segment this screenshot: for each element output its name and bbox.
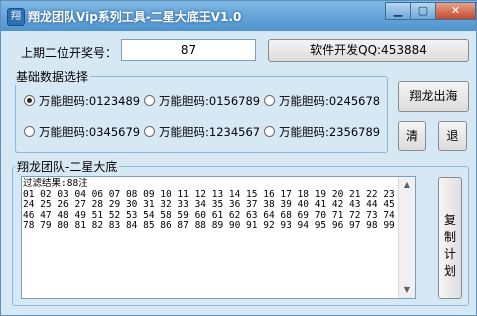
close-button[interactable]: ✕ [435,2,476,20]
radio-icon [24,126,35,137]
copy-plan-button[interactable]: 复 制 计 划 [438,177,462,299]
option-label: 万能胆码:0245678 [279,94,381,108]
result-line: 78 79 80 81 82 83 84 85 86 87 88 89 90 9… [23,220,395,231]
basic-data-group-title: 基础数据选择 [14,68,91,85]
option-label: 万能胆码:0156789 [159,94,261,108]
radio-selected-icon [24,95,35,106]
radio-icon [264,95,275,106]
result-group-title: 翔龙团队-二星大底 [15,158,120,175]
app-logo-icon: 翔 [7,8,25,26]
developer-qq-button[interactable]: 软件开发QQ:453884 [268,39,469,62]
copy-plan-char: 计 [443,247,456,261]
xianglong-button[interactable]: 翔龙出海 [398,81,469,112]
result-line: 过滤结果:88注 [23,178,88,189]
result-text: 过滤结果:88注 01 02 03 04 06 07 08 09 10 11 12… [22,177,401,232]
last-period-input[interactable]: 87 [121,39,256,61]
minimize-button[interactable]: ▁ [385,2,411,20]
window-title: 翔龙团队Vip系列工具-二星大底王V1.0 [28,10,242,24]
basic-data-group: 基础数据选择 [14,68,388,153]
option-label: 万能胆码:2356789 [279,125,381,139]
radio-icon [144,126,155,137]
scroll-down-icon[interactable]: ▼ [399,282,415,298]
radio-icon [264,126,275,137]
vertical-scrollbar[interactable]: ▲ ▼ [398,177,415,298]
exit-button[interactable]: 退 [438,121,467,151]
clear-button[interactable]: 清 [398,121,426,151]
title-bar[interactable]: 翔 翔龙团队Vip系列工具-二星大底王V1.0 ▁ ▢ ✕ [1,1,476,31]
result-line: 24 25 26 27 28 29 30 31 32 33 34 35 36 3… [23,199,395,210]
copy-plan-char: 划 [443,264,456,278]
copy-plan-char: 制 [443,230,456,244]
last-period-label: 上期二位开奖号： [21,46,118,60]
option-label: 万能胆码:1234567 [159,125,261,139]
option-label: 万能胆码:0123489 [39,94,141,108]
maximize-button[interactable]: ▢ [410,2,436,20]
option-label: 万能胆码:0345679 [39,125,141,139]
scroll-up-icon[interactable]: ▲ [399,177,415,193]
result-textarea[interactable]: 过滤结果:88注 01 02 03 04 06 07 08 09 10 11 12… [21,176,416,299]
copy-plan-char: 复 [443,213,456,227]
app-window: 翔 翔龙团队Vip系列工具-二星大底王V1.0 ▁ ▢ ✕ 上期二位开奖号： 8… [0,0,477,316]
radio-icon [144,95,155,106]
